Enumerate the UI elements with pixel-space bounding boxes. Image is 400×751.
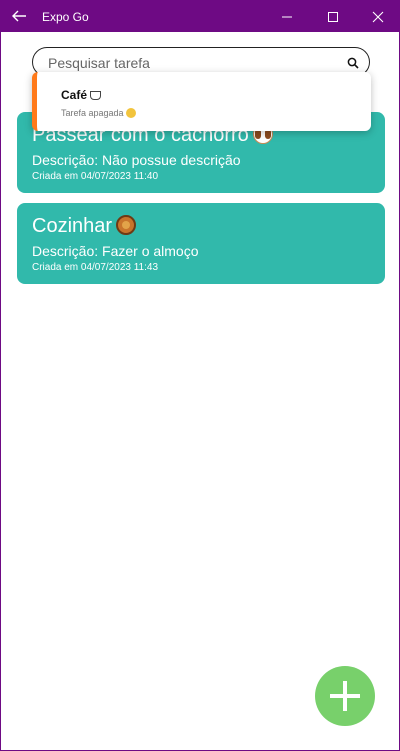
toast-message-row: Tarefa apagada (61, 108, 136, 118)
toast-message: Tarefa apagada (61, 108, 124, 118)
maximize-icon[interactable] (310, 1, 356, 32)
search-icon[interactable] (347, 56, 359, 69)
task-created-date: Criada em 04/07/2023 11:43 (32, 262, 159, 273)
back-arrow-icon[interactable] (9, 6, 29, 26)
coffee-icon (90, 91, 102, 100)
search-input[interactable] (48, 53, 338, 73)
task-created-date: Criada em 04/07/2023 11:40 (32, 171, 159, 182)
task-description: Descrição: Fazer o almoço (32, 243, 199, 259)
task-title: Cozinhar (32, 215, 113, 237)
toast-notification[interactable]: Café Tarefa apagada (32, 72, 371, 131)
app-window: Expo Go Passear com o cachorro Descrição… (0, 0, 400, 751)
toast-title-row: Café (61, 88, 102, 102)
title-bar: Expo Go (1, 1, 399, 32)
plus-icon (330, 681, 360, 711)
minimize-icon[interactable] (264, 1, 310, 32)
close-icon[interactable] (355, 1, 399, 32)
toast-title: Café (61, 88, 88, 102)
window-title: Expo Go (42, 10, 89, 24)
sad-face-icon (125, 108, 136, 118)
task-title-row: Cozinhar (32, 215, 137, 238)
paella-icon (116, 215, 137, 235)
task-description: Descrição: Não possue descrição (32, 152, 241, 168)
add-task-button[interactable] (315, 666, 375, 726)
task-card[interactable]: Cozinhar Descrição: Fazer o almoço Criad… (17, 203, 385, 284)
